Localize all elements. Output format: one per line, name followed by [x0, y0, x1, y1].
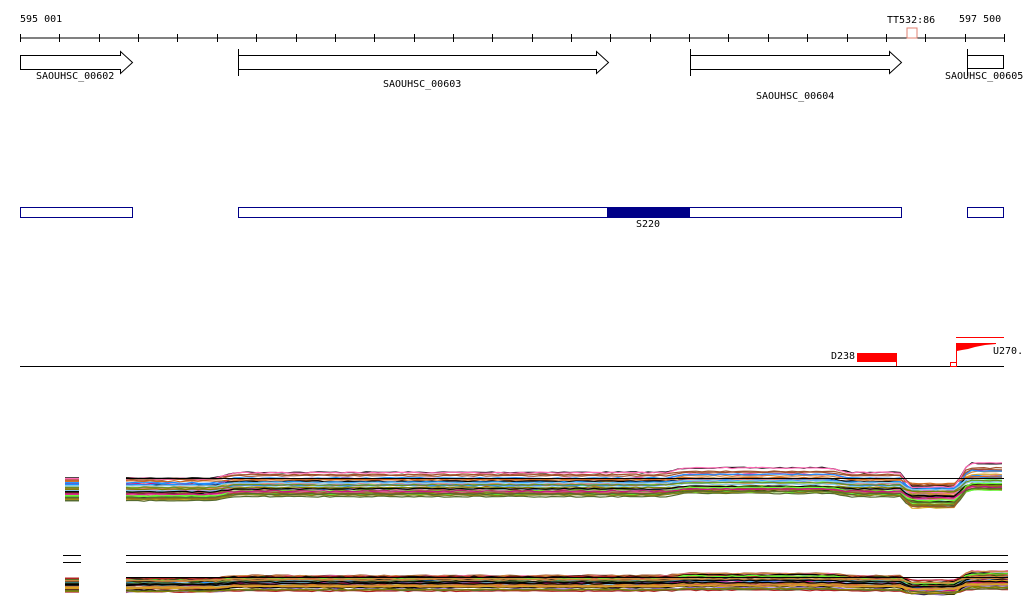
region-track	[20, 207, 1004, 218]
feature-d238[interactable]	[857, 353, 896, 362]
feature-track	[20, 337, 1004, 367]
feature-u270[interactable]	[957, 343, 996, 351]
region-label-s220: S220	[636, 219, 661, 230]
gene-label[interactable]: SAOUHSC_00602	[36, 71, 114, 82]
region-box[interactable]	[238, 207, 902, 218]
feature-label-d238: D238	[831, 351, 856, 362]
ruler-end-label: 597 500	[959, 14, 1002, 25]
gene-arrow-00603[interactable]	[238, 49, 610, 76]
gene-label[interactable]: SAOUHSC_00604	[756, 91, 834, 102]
marker-label: TT532:86	[887, 15, 936, 26]
feature-small-square	[950, 362, 957, 367]
genome-browser-canvas	[20, 27, 1009, 596]
region-box[interactable]	[20, 207, 133, 218]
expression-profiles	[65, 462, 1009, 596]
gene-track	[20, 49, 1004, 76]
region-box[interactable]	[967, 207, 1004, 218]
marker-tt532[interactable]	[906, 27, 918, 39]
feature-label-u270: U270.	[993, 346, 1024, 357]
gene-label[interactable]: SAOUHSC_00605	[945, 71, 1023, 82]
region-highlight-s220[interactable]	[607, 207, 690, 218]
gene-arrow-00604[interactable]	[690, 49, 903, 76]
ruler-start-label: 595 001	[20, 14, 63, 25]
coordinate-ruler	[20, 34, 1005, 42]
gene-label[interactable]: SAOUHSC_00603	[383, 79, 461, 90]
